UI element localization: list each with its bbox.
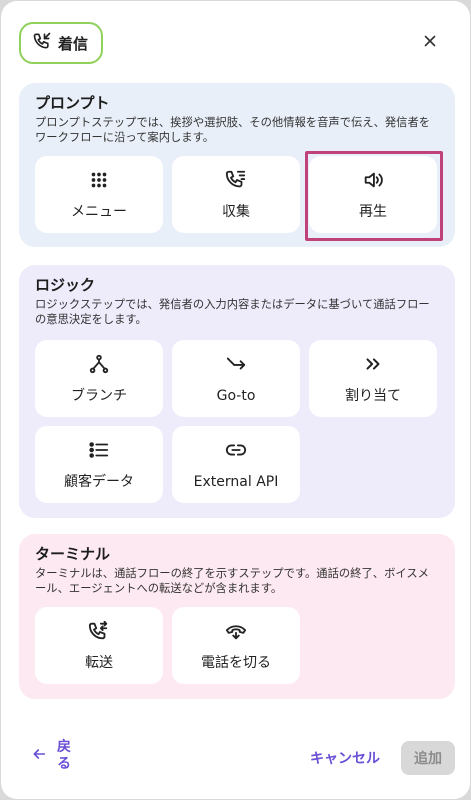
section-title: ロジック — [35, 276, 96, 294]
back-button[interactable]: 戻る — [31, 739, 73, 773]
step-tile-assign[interactable]: 割り当て — [309, 340, 437, 417]
goto-arrow-icon — [225, 353, 247, 379]
badge-label: 着信 — [58, 34, 89, 53]
cancel-button[interactable]: キャンセル — [310, 748, 380, 768]
hang-up-icon — [225, 620, 247, 646]
add-button[interactable]: 追加 — [401, 741, 455, 775]
phone-collect-icon — [225, 169, 247, 195]
section-description: ロジックステップでは、発信者の入力内容またはデータに基づいて通話フローの意思決定… — [35, 298, 430, 326]
logic-section: ロジック ロジックステップでは、発信者の入力内容またはデータに基づいて通話フロー… — [19, 265, 455, 518]
step-tile-external-api[interactable]: External API — [172, 426, 300, 503]
step-tile-play[interactable]: 再生 — [309, 156, 437, 233]
dialog-footer: 戻る キャンセル 追加 — [1, 731, 470, 791]
section-title: ターミナル — [35, 545, 111, 563]
close-icon — [421, 32, 439, 54]
section-title: プロンプト — [35, 94, 110, 112]
tile-label: 顧客データ — [64, 473, 134, 490]
tile-label: メニュー — [71, 203, 127, 220]
step-tile-branch[interactable]: ブランチ — [35, 340, 163, 417]
prompt-section: プロンプト プロンプトステップでは、挨拶や選択肢、その他情報を音声で伝え、発信者… — [19, 83, 455, 247]
tile-label: 電話を切る — [201, 654, 271, 671]
tile-label: 転送 — [85, 654, 113, 671]
link-icon — [225, 439, 247, 465]
tile-label: Go-to — [216, 387, 256, 404]
phone-incoming-icon — [32, 31, 52, 55]
tile-label: 収集 — [222, 203, 250, 220]
step-tile-hang-up[interactable]: 電話を切る — [172, 607, 300, 684]
close-button[interactable] — [418, 31, 442, 55]
double-chevron-right-icon — [362, 353, 384, 379]
tile-label: 割り当て — [345, 387, 401, 404]
speaker-icon — [362, 169, 384, 195]
arrow-left-icon — [31, 746, 47, 766]
incoming-call-badge: 着信 — [19, 22, 104, 64]
list-icon — [88, 439, 110, 465]
keypad-icon — [88, 169, 110, 195]
step-tile-goto[interactable]: Go-to — [172, 340, 300, 417]
section-description: プロンプトステップでは、挨拶や選択肢、その他情報を音声で伝え、発信者をワークフロ… — [35, 116, 431, 144]
step-tile-menu[interactable]: メニュー — [35, 156, 163, 233]
back-label: 戻る — [57, 739, 71, 772]
step-tile-transfer[interactable]: 転送 — [35, 607, 163, 684]
terminal-section: ターミナル ターミナルは、通話フローの終了を示すステップです。通話の終了、ボイス… — [19, 534, 455, 699]
phone-transfer-icon — [88, 620, 110, 646]
tile-label: ブランチ — [71, 387, 127, 404]
section-description: ターミナルは、通話フローの終了を示すステップです。通話の終了、ボイスメール、エー… — [35, 567, 429, 595]
tile-label: 再生 — [359, 203, 387, 220]
branch-icon — [88, 353, 110, 379]
tile-label: External API — [193, 473, 279, 490]
add-step-dialog: 着信 プロンプト プロンプトステップでは、挨拶や選択肢、その他情報を音声で伝え、… — [1, 1, 470, 799]
step-tile-collect[interactable]: 収集 — [172, 156, 300, 233]
step-tile-customer-data[interactable]: 顧客データ — [35, 426, 163, 503]
